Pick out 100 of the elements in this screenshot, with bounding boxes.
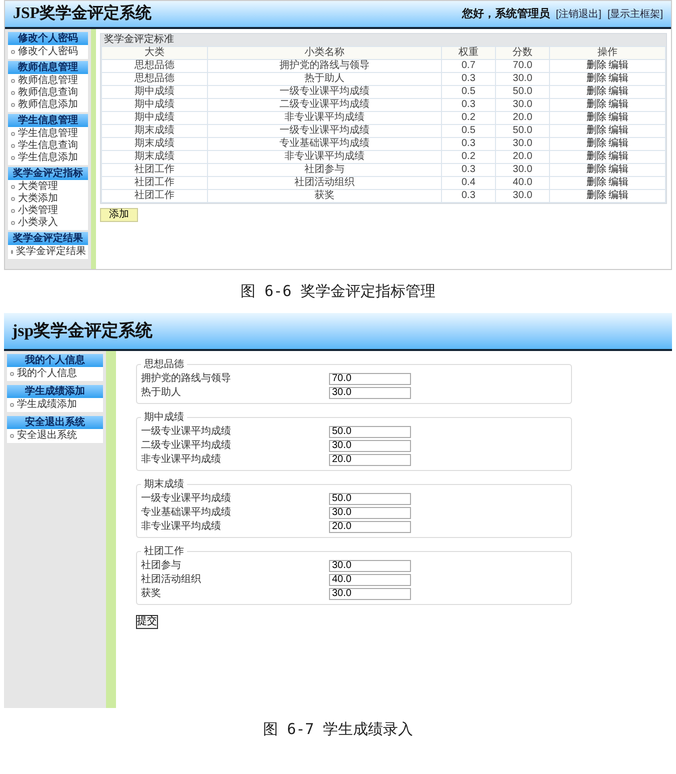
sidebar-link[interactable]: 学生成绩添加 [7, 398, 103, 410]
table-cell: 期末成绩 [102, 138, 208, 150]
input-field[interactable]: 50.0 [329, 426, 411, 438]
table-cell: 一级专业课平均成绩 [207, 124, 442, 138]
action-link[interactable]: 编辑 [608, 60, 629, 71]
input-field[interactable]: 40.0 [329, 574, 411, 586]
action-link[interactable]: 删除 [586, 60, 607, 71]
sidebar-link[interactable]: 教师信息查询 [8, 87, 88, 99]
greeting-text: 您好，系统管理员 [462, 6, 550, 22]
input-field[interactable]: 20.0 [329, 454, 411, 466]
table-cell: 期末成绩 [102, 124, 208, 138]
input-field[interactable]: 30.0 [329, 588, 411, 600]
sidebar-link[interactable]: 大类管理 [8, 181, 88, 193]
action-link[interactable]: 编辑 [608, 164, 629, 175]
sidebar-heading: 学生信息管理 [8, 114, 88, 127]
input-field[interactable]: 30.0 [329, 440, 411, 452]
table-cell: 思想品德 [102, 60, 208, 72]
action-link[interactable]: 删除 [586, 177, 607, 188]
sidebar-link[interactable]: 我的个人信息 [7, 368, 103, 380]
table-cell: 30.0 [496, 72, 550, 86]
header-link[interactable]: [注销退出] [556, 6, 602, 22]
input-field[interactable]: 30.0 [329, 560, 411, 572]
sidebar-link[interactable]: 小类管理 [8, 205, 88, 217]
app-title: jsp奖学金评定系统 [12, 320, 153, 342]
sidebar-link[interactable]: 安全退出系统 [7, 430, 103, 442]
table-cell: 获奖 [207, 190, 442, 202]
sidebar-link[interactable]: 奖学金评定结果 [8, 246, 88, 258]
group-legend: 期末成绩 [141, 476, 187, 492]
table-cell: 0.2 [441, 112, 496, 124]
sidebar-heading: 学生成绩添加 [7, 384, 103, 398]
action-link[interactable]: 删除 [586, 190, 607, 201]
submit-button[interactable]: 提交 [136, 614, 158, 628]
table-cell: 0.3 [441, 164, 496, 176]
sidebar-link[interactable]: 学生信息管理 [8, 128, 88, 140]
action-link[interactable]: 编辑 [608, 190, 629, 201]
table-cell: 一级专业课平均成绩 [207, 86, 442, 98]
table-cell: 30.0 [496, 164, 550, 176]
sidebar-link[interactable]: 大类添加 [8, 193, 88, 205]
field-label: 拥护党的路线与领导 [141, 372, 232, 386]
field-label: 非专业课平均成绩 [141, 452, 222, 466]
group-legend: 期中成绩 [141, 410, 187, 424]
column-header: 操作 [550, 46, 666, 60]
action-link[interactable]: 编辑 [608, 125, 629, 136]
figure-caption: 图 6-7 学生成绩录入 [262, 718, 414, 740]
field-label: 专业基础课平均成绩 [141, 506, 232, 520]
action-link[interactable]: 删除 [586, 151, 607, 162]
sidebar-heading: 奖学金评定指标 [8, 167, 88, 180]
table-cell: 0.4 [441, 176, 496, 190]
sidebar-link[interactable]: 小类录入 [8, 217, 88, 229]
input-field[interactable]: 70.0 [329, 372, 411, 384]
table-cell: 期末成绩 [102, 150, 208, 164]
table-cell: 0.3 [441, 98, 496, 112]
field-label: 社团活动组织 [141, 572, 202, 586]
action-link[interactable]: 编辑 [608, 138, 629, 149]
action-link[interactable]: 编辑 [608, 99, 629, 110]
table-cell: 50.0 [496, 124, 550, 138]
action-link[interactable]: 删除 [586, 99, 607, 110]
sidebar-heading: 奖学金评定结果 [8, 232, 88, 245]
sidebar-link[interactable]: 修改个人密码 [8, 46, 88, 58]
action-link[interactable]: 删除 [586, 86, 607, 97]
sidebar-heading: 我的个人信息 [7, 354, 103, 366]
input-field[interactable]: 20.0 [329, 520, 411, 532]
table-cell: 非专业课平均成绩 [207, 150, 442, 164]
field-label: 一级专业课平均成绩 [141, 492, 232, 506]
column-header: 小类名称 [207, 46, 442, 60]
table-cell: 30.0 [496, 98, 550, 112]
action-link[interactable]: 删除 [586, 112, 607, 123]
action-link[interactable]: 编辑 [608, 73, 629, 84]
table-cell: 20.0 [496, 112, 550, 124]
table-cell: 30.0 [496, 190, 550, 202]
sidebar-heading: 修改个人密码 [8, 32, 88, 45]
input-field[interactable]: 50.0 [329, 492, 411, 504]
table-cell: 社团工作 [102, 176, 208, 190]
table-cell: 0.2 [441, 150, 496, 164]
field-label: 二级专业课平均成绩 [141, 438, 232, 452]
table-cell: 0.3 [441, 72, 496, 86]
header-link[interactable]: [显示主框架] [607, 6, 663, 22]
action-link[interactable]: 删除 [586, 73, 607, 84]
action-link[interactable]: 编辑 [608, 112, 629, 123]
input-field[interactable]: 30.0 [329, 506, 411, 518]
sidebar-link[interactable]: 学生信息查询 [8, 140, 88, 152]
input-field[interactable]: 30.0 [329, 386, 411, 398]
action-link[interactable]: 删除 [586, 125, 607, 136]
table-cell: 拥护党的路线与领导 [207, 60, 442, 72]
field-label: 热于助人 [141, 386, 182, 400]
sidebar-link[interactable]: 教师信息添加 [8, 99, 88, 111]
add-button[interactable]: 添加 [100, 208, 138, 222]
action-link[interactable]: 删除 [586, 164, 607, 175]
table-cell: 50.0 [496, 86, 550, 98]
action-link[interactable]: 编辑 [608, 151, 629, 162]
action-link[interactable]: 编辑 [608, 177, 629, 188]
action-link[interactable]: 编辑 [608, 86, 629, 97]
sidebar-heading: 教师信息管理 [8, 61, 88, 74]
table-cell: 期中成绩 [102, 112, 208, 124]
group-legend: 思想品德 [141, 356, 187, 372]
action-link[interactable]: 删除 [586, 138, 607, 149]
table-cell: 热于助人 [207, 72, 442, 86]
sidebar-link[interactable]: 教师信息管理 [8, 75, 88, 87]
table-cell: 社团活动组织 [207, 176, 442, 190]
sidebar-link[interactable]: 学生信息添加 [8, 152, 88, 164]
